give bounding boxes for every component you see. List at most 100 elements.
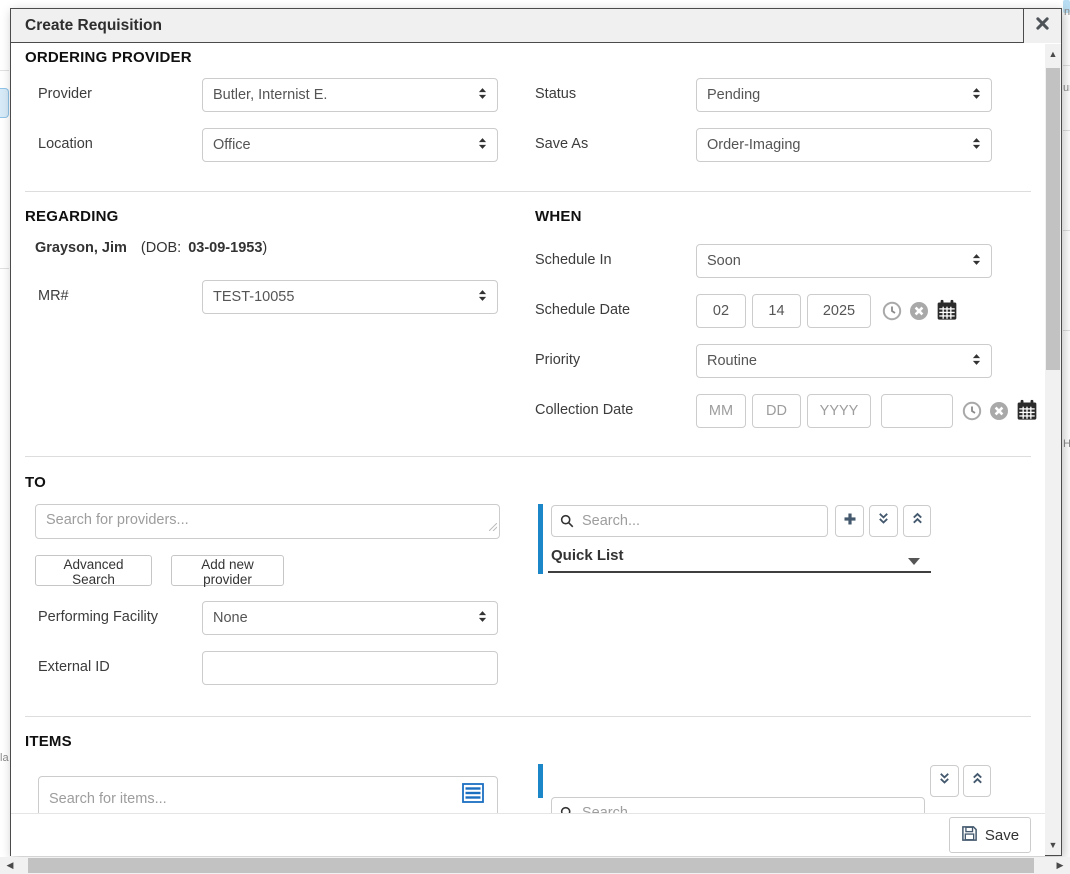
status-select[interactable]: Pending: [696, 78, 992, 112]
mr-select[interactable]: TEST-10055: [202, 280, 498, 314]
background-line: [1063, 330, 1070, 331]
performing-facility-select[interactable]: None: [202, 601, 498, 635]
chevrons-up-icon: [971, 772, 984, 790]
schedule-in-select[interactable]: Soon: [696, 244, 992, 278]
external-id-label: External ID: [38, 659, 110, 675]
background-button-fragment: [0, 88, 9, 118]
add-to-quick-list-button[interactable]: [835, 505, 864, 537]
background-text-fragment: H: [1063, 438, 1070, 450]
schedule-year-input[interactable]: [807, 294, 871, 328]
provider-search-wrap: [35, 504, 500, 539]
provider-search-textarea[interactable]: [35, 504, 500, 539]
performing-facility-label: Performing Facility: [38, 609, 158, 625]
collection-day-input[interactable]: [752, 394, 801, 428]
horizontal-scrollbar-thumb[interactable]: [28, 858, 1034, 873]
quick-list-accent-bar: [538, 504, 543, 574]
save-as-label: Save As: [535, 136, 588, 152]
section-heading-when: WHEN: [535, 208, 582, 225]
scroll-up-arrow-icon[interactable]: ▲: [1045, 46, 1061, 62]
save-button[interactable]: Save: [949, 817, 1031, 853]
mr-label: MR#: [38, 288, 69, 304]
save-as-select-value: Order-Imaging: [707, 137, 800, 153]
patient-dob-prefix: (DOB:: [141, 240, 181, 256]
select-caret-icon: [972, 137, 981, 154]
collection-clear-icon[interactable]: [989, 401, 1009, 426]
to-panel-search: [551, 505, 828, 537]
patient-dob-suffix: ): [262, 240, 267, 256]
select-caret-icon: [478, 610, 487, 627]
background-line: [1063, 65, 1070, 66]
priority-select-value: Routine: [707, 353, 757, 369]
section-heading-ordering-provider: ORDERING PROVIDER: [25, 49, 192, 66]
select-caret-icon: [478, 137, 487, 154]
background-line: [1063, 130, 1070, 131]
section-heading-items: ITEMS: [25, 733, 72, 750]
collection-clock-icon[interactable]: [962, 401, 982, 426]
select-caret-icon: [972, 87, 981, 104]
background-line: [0, 70, 9, 71]
search-icon: [560, 514, 574, 528]
provider-select[interactable]: Butler, Internist E.: [202, 78, 498, 112]
items-expand-all-button[interactable]: [930, 765, 959, 797]
collapse-all-button[interactable]: [903, 505, 931, 537]
provider-label: Provider: [38, 86, 92, 102]
section-divider: [25, 716, 1031, 717]
expand-all-button[interactable]: [869, 505, 898, 537]
performing-facility-select-value: None: [213, 610, 248, 626]
schedule-calendar-icon[interactable]: [936, 299, 958, 326]
location-select[interactable]: Office: [202, 128, 498, 162]
chevrons-down-icon: [938, 772, 951, 790]
quick-list-header[interactable]: Quick List: [551, 547, 624, 564]
patient-summary: Grayson, Jim (DOB: 03-09-1953): [35, 240, 267, 256]
vertical-scrollbar[interactable]: ▲ ▼: [1045, 44, 1061, 855]
patient-dob: 03-09-1953: [188, 240, 262, 256]
dialog-footer: Save: [11, 813, 1045, 856]
collection-month-input[interactable]: [696, 394, 746, 428]
scroll-left-arrow-icon[interactable]: ◀: [2, 857, 18, 874]
schedule-in-label: Schedule In: [535, 252, 612, 268]
background-text-fragment: ur: [1063, 82, 1070, 94]
advanced-search-button[interactable]: Advanced Search: [35, 555, 152, 586]
chevrons-down-icon: [877, 512, 890, 530]
scroll-down-arrow-icon[interactable]: ▼: [1045, 837, 1061, 853]
background-text-fragment: la: [0, 752, 9, 764]
save-button-label: Save: [985, 827, 1019, 844]
items-accent-bar: [538, 764, 543, 798]
add-new-provider-button[interactable]: Add new provider: [171, 555, 284, 586]
select-caret-icon: [478, 87, 487, 104]
save-as-select[interactable]: Order-Imaging: [696, 128, 992, 162]
select-caret-icon: [478, 289, 487, 306]
vertical-scrollbar-thumb[interactable]: [1046, 68, 1060, 370]
quick-list-caret-icon[interactable]: [908, 552, 920, 570]
patient-name: Grayson, Jim: [35, 240, 127, 256]
collection-time-input[interactable]: [881, 394, 953, 428]
create-requisition-dialog: Create Requisition ORDERING PROVIDER Pro…: [10, 8, 1062, 856]
priority-label: Priority: [535, 352, 580, 368]
external-id-input[interactable]: [202, 651, 498, 685]
status-label: Status: [535, 86, 576, 102]
quick-list-underline: [548, 571, 931, 573]
select-caret-icon: [972, 253, 981, 270]
close-icon: [1036, 17, 1049, 35]
collection-calendar-icon[interactable]: [1016, 399, 1038, 426]
priority-select[interactable]: Routine: [696, 344, 992, 378]
to-panel-search-input[interactable]: [551, 505, 828, 537]
collection-year-input[interactable]: [807, 394, 871, 428]
items-collapse-all-button[interactable]: [963, 765, 991, 797]
provider-select-value: Butler, Internist E.: [213, 87, 327, 103]
dialog-titlebar: Create Requisition: [11, 9, 1061, 43]
close-button[interactable]: [1023, 9, 1061, 43]
section-divider: [25, 191, 1031, 192]
save-icon: [961, 825, 978, 846]
schedule-day-input[interactable]: [752, 294, 801, 328]
schedule-date-label: Schedule Date: [535, 302, 630, 318]
item-list-icon[interactable]: [462, 783, 484, 808]
schedule-clear-icon[interactable]: [909, 301, 929, 326]
section-heading-to: TO: [25, 474, 46, 491]
schedule-clock-icon[interactable]: [882, 301, 902, 326]
horizontal-scrollbar[interactable]: ◀ ▶: [0, 857, 1070, 874]
schedule-month-input[interactable]: [696, 294, 746, 328]
section-divider: [25, 456, 1031, 457]
background-line: [1063, 230, 1070, 231]
scroll-right-arrow-icon[interactable]: ▶: [1052, 857, 1068, 874]
